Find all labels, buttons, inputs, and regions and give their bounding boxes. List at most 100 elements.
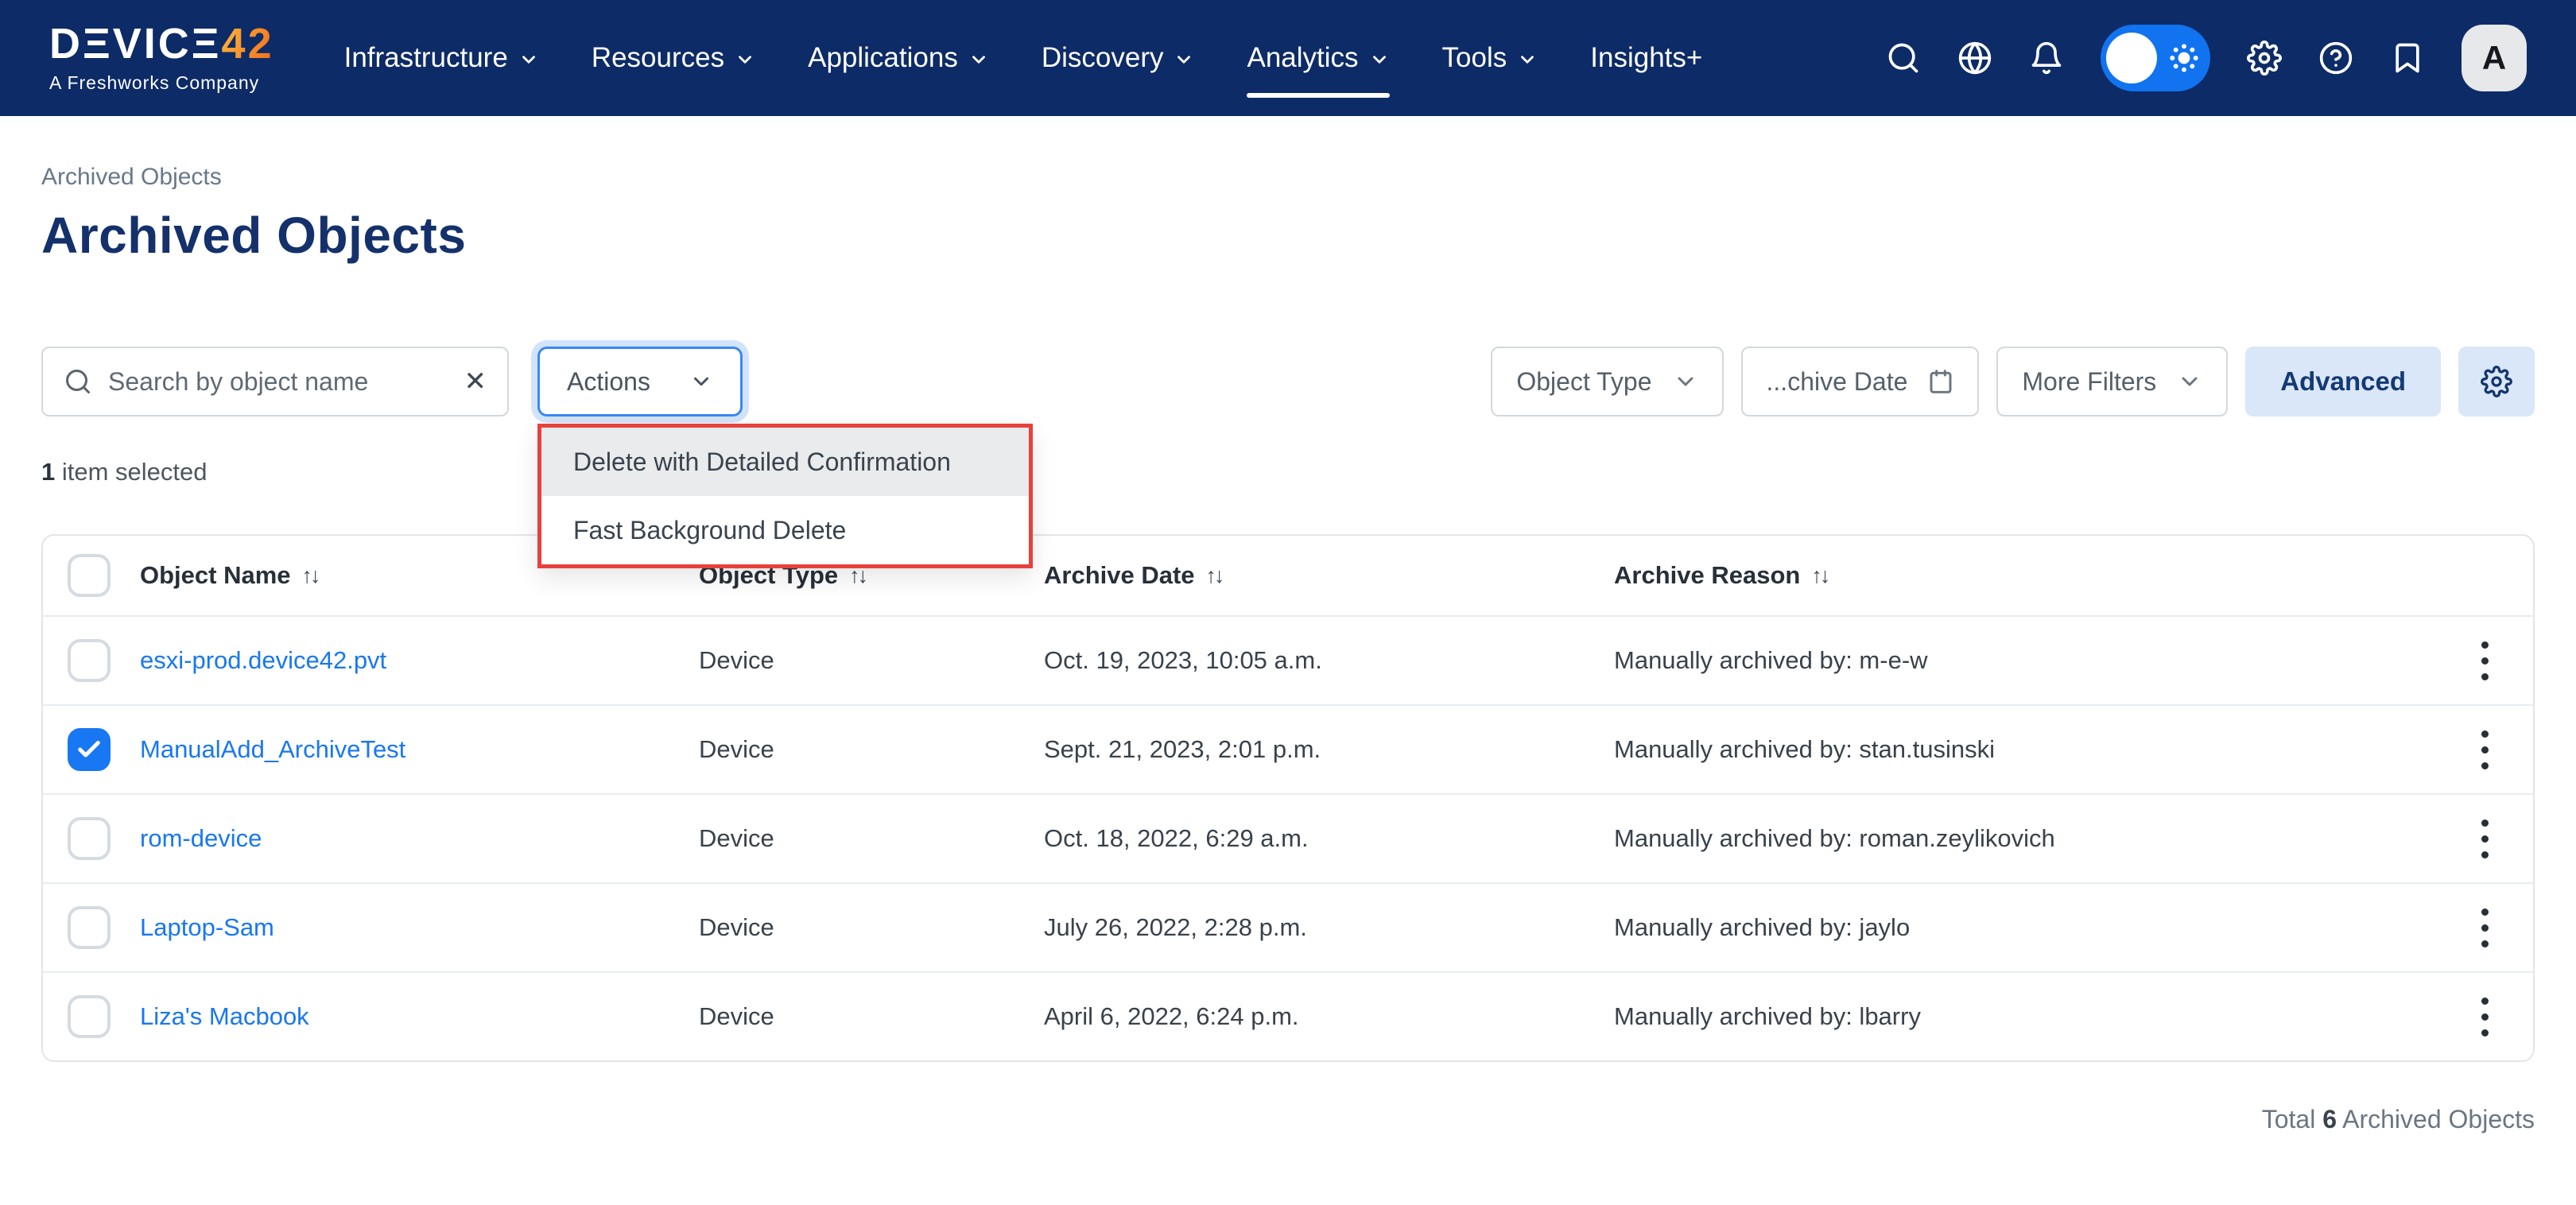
chevron-down-icon <box>1673 369 1698 394</box>
nav-item-label: Discovery <box>1042 42 1164 74</box>
nav-item-insights-plus[interactable]: Insights+ <box>1590 42 1702 74</box>
gear-icon <box>2481 366 2512 397</box>
search-icon[interactable] <box>1886 41 1921 76</box>
actions-dropdown-highlighted: Delete with Detailed Confirmation Fast B… <box>537 424 1033 568</box>
bookmark-icon[interactable] <box>2390 41 2425 76</box>
user-avatar[interactable]: A <box>2462 25 2527 91</box>
nav-item-infrastructure[interactable]: Infrastructure <box>344 42 539 74</box>
row-actions-kebab-icon[interactable] <box>2473 901 2496 955</box>
chevron-down-icon <box>1369 49 1390 70</box>
sort-icon: ↑↓ <box>1206 564 1223 588</box>
row-checkbox[interactable] <box>68 639 111 682</box>
object-type-filter[interactable]: Object Type <box>1491 347 1723 417</box>
archive-date-cell: Oct. 18, 2022, 6:29 a.m. <box>1044 824 1614 853</box>
filter-label: Object Type <box>1516 367 1651 397</box>
table-row: Laptop-Sam Device July 26, 2022, 2:28 p.… <box>43 882 2533 971</box>
object-type-cell: Device <box>699 1002 1044 1031</box>
object-name-link[interactable]: Liza's Macbook <box>140 1002 699 1031</box>
total-count-status: Total 6 Archived Objects <box>41 1105 2535 1134</box>
nav-item-tools[interactable]: Tools <box>1442 42 1538 74</box>
table-row: ManualAdd_ArchiveTest Device Sept. 21, 2… <box>43 704 2533 793</box>
row-checkbox[interactable] <box>68 817 111 860</box>
archive-date-cell: April 6, 2022, 6:24 p.m. <box>1044 1002 1614 1031</box>
table-row: Liza's Macbook Device April 6, 2022, 6:2… <box>43 971 2533 1060</box>
toggle-knob <box>2106 33 2157 83</box>
row-actions-kebab-icon[interactable] <box>2473 633 2496 688</box>
object-name-link[interactable]: rom-device <box>140 824 699 853</box>
archive-date-cell: July 26, 2022, 2:28 p.m. <box>1044 913 1614 942</box>
selection-status: 1 item selected <box>41 458 2535 486</box>
selection-label: item selected <box>55 458 207 486</box>
archive-reason-cell: Manually archived by: roman.zeylikovich <box>1614 824 2461 853</box>
table-settings-button[interactable] <box>2458 347 2535 417</box>
object-name-link[interactable]: Laptop-Sam <box>140 913 699 942</box>
menu-item-delete-detailed[interactable]: Delete with Detailed Confirmation <box>541 428 1029 496</box>
actions-menu-wrap: Actions Delete with Detailed Confirmatio… <box>537 347 743 417</box>
search-input[interactable] <box>108 367 448 397</box>
advanced-button[interactable]: Advanced <box>2245 347 2441 417</box>
total-prefix: Total <box>2262 1105 2322 1133</box>
nav-item-label: Infrastructure <box>344 42 508 74</box>
gear-icon[interactable] <box>2247 41 2282 76</box>
table-row: rom-device Device Oct. 18, 2022, 6:29 a.… <box>43 793 2533 882</box>
chevron-down-icon <box>2177 369 2202 394</box>
row-actions-kebab-icon[interactable] <box>2473 723 2496 777</box>
calendar-icon <box>1928 369 1953 394</box>
row-checkbox[interactable] <box>68 728 111 771</box>
search-icon <box>64 367 92 396</box>
archive-date-cell: Sept. 21, 2023, 2:01 p.m. <box>1044 735 1614 764</box>
chevron-down-icon <box>1517 49 1538 70</box>
nav-item-label: Resources <box>592 42 724 74</box>
total-count: 6 <box>2322 1105 2337 1133</box>
actions-button-label: Actions <box>567 367 650 397</box>
object-search-box[interactable]: ✕ <box>41 347 509 417</box>
actions-button[interactable]: Actions <box>537 347 743 417</box>
chevron-down-icon <box>689 370 713 393</box>
object-type-cell: Device <box>699 824 1044 853</box>
sun-icon <box>2167 41 2201 75</box>
nav-item-label: Applications <box>808 42 958 74</box>
archive-reason-cell: Manually archived by: lbarry <box>1614 1002 2461 1031</box>
sort-icon: ↑↓ <box>302 564 319 588</box>
nav-item-label: Analytics <box>1247 42 1358 74</box>
chevron-down-icon <box>735 49 755 70</box>
menu-item-fast-delete[interactable]: Fast Background Delete <box>541 496 1029 564</box>
selection-count: 1 <box>41 458 55 486</box>
globe-icon[interactable] <box>1957 41 1992 76</box>
nav-item-resources[interactable]: Resources <box>592 42 755 74</box>
table-header-row: Object Name ↑↓ Object Type ↑↓ Archive Da… <box>43 536 2533 615</box>
logo-tagline: A Freshworks Company <box>49 72 274 94</box>
breadcrumb[interactable]: Archived Objects <box>41 164 222 191</box>
object-name-link[interactable]: esxi-prod.device42.pvt <box>140 646 699 675</box>
nav-item-discovery[interactable]: Discovery <box>1042 42 1195 74</box>
column-header-archive-date[interactable]: Archive Date ↑↓ <box>1044 561 1614 590</box>
nav-item-applications[interactable]: Applications <box>808 42 989 74</box>
archive-date-filter[interactable]: ...chive Date <box>1741 347 1980 417</box>
nav-item-analytics[interactable]: Analytics <box>1247 42 1389 74</box>
row-actions-kebab-icon[interactable] <box>2473 990 2496 1044</box>
archive-reason-cell: Manually archived by: jaylo <box>1614 913 2461 942</box>
object-name-link[interactable]: ManualAdd_ArchiveTest <box>140 735 699 764</box>
archive-reason-cell: Manually archived by: m-e-w <box>1614 646 2461 675</box>
device42-logo[interactable]: DΞVICΞ42 A Freshworks Company <box>49 22 274 94</box>
theme-toggle[interactable] <box>2101 25 2210 91</box>
page-content: Archived Objects Archived Objects ✕ Acti… <box>0 116 2576 1134</box>
more-filters-filter[interactable]: More Filters <box>1996 347 2228 417</box>
column-header-archive-reason[interactable]: Archive Reason ↑↓ <box>1614 561 2461 590</box>
row-checkbox[interactable] <box>68 906 111 949</box>
archive-date-cell: Oct. 19, 2023, 10:05 a.m. <box>1044 646 1614 675</box>
clear-search-icon[interactable]: ✕ <box>464 368 487 395</box>
chevron-down-icon <box>1174 49 1194 70</box>
toolbar: ✕ Actions Delete with Detailed Confirmat… <box>41 347 2535 417</box>
row-actions-kebab-icon[interactable] <box>2473 812 2496 866</box>
total-suffix: Archived Objects <box>2337 1105 2535 1133</box>
object-type-cell: Device <box>699 913 1044 942</box>
select-all-checkbox[interactable] <box>68 554 111 597</box>
column-label: Archive Date <box>1044 561 1195 590</box>
avatar-initial: A <box>2482 39 2506 77</box>
notifications-bell-icon[interactable] <box>2029 41 2064 76</box>
help-icon[interactable] <box>2318 41 2353 76</box>
sort-icon: ↑↓ <box>1811 564 1828 588</box>
row-checkbox[interactable] <box>68 995 111 1038</box>
archived-objects-table: Object Name ↑↓ Object Type ↑↓ Archive Da… <box>41 534 2535 1062</box>
